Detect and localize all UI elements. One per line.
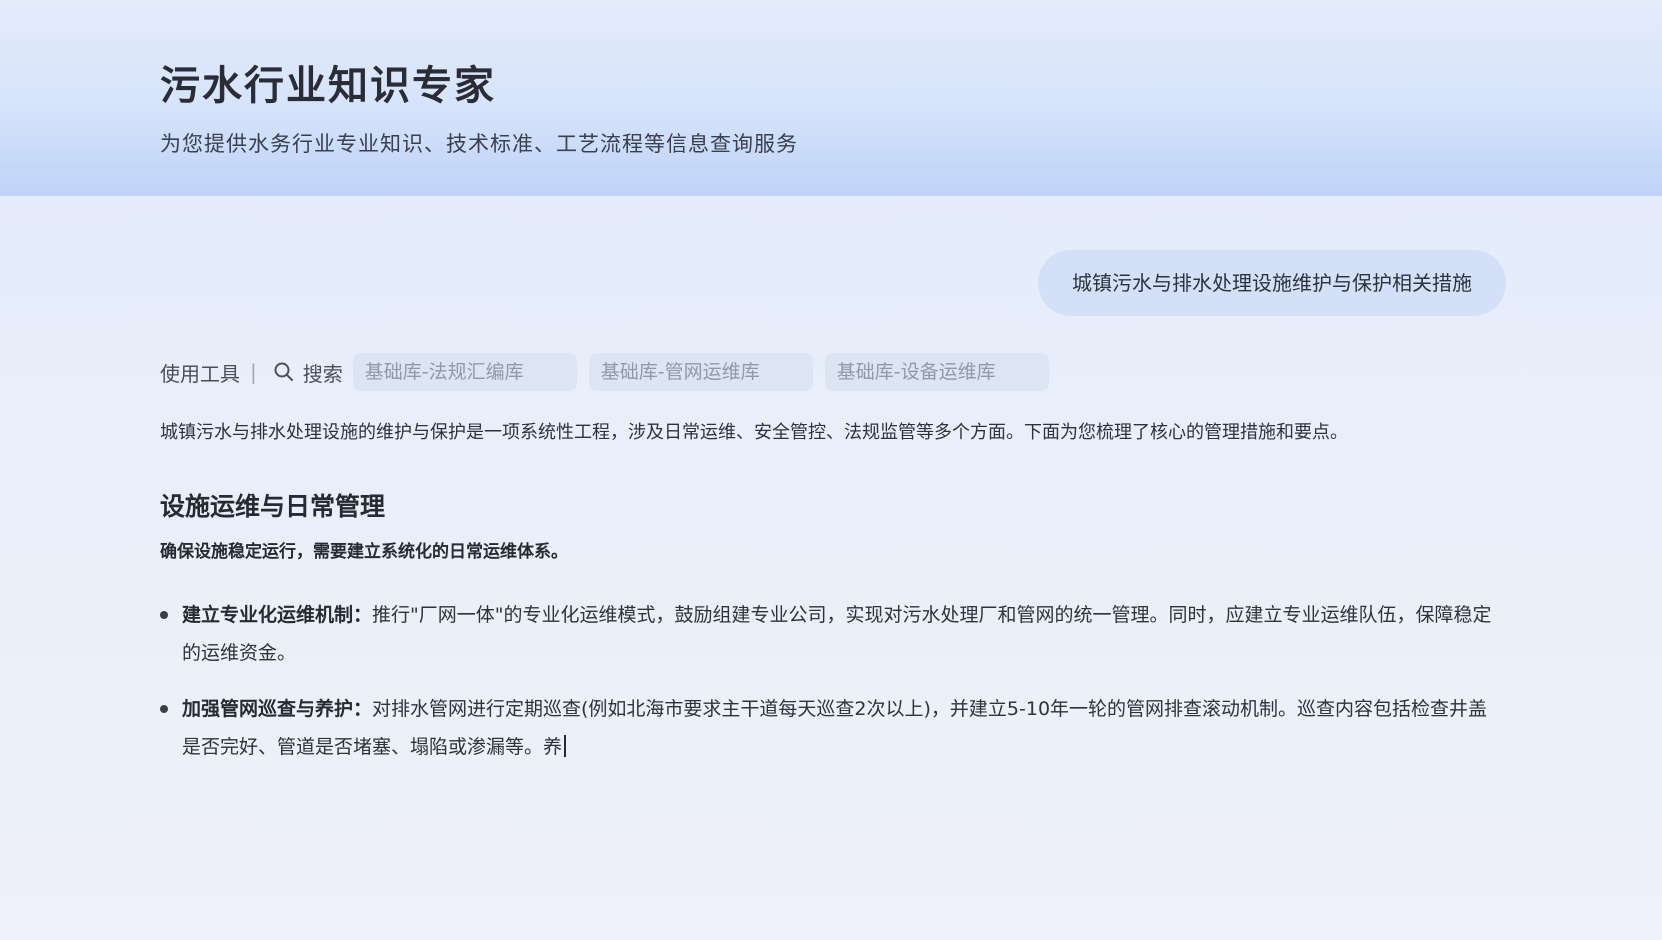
section-lead: 确保设施稳定运行，需要建立系统化的日常运维体系。 [160, 542, 568, 562]
bullet-text: 推行"厂网一体"的专业化运维模式，鼓励组建专业公司，实现对污水处理厂和管网的统一… [182, 604, 1492, 664]
bullet-dot [160, 611, 168, 619]
search-icon [273, 361, 295, 383]
app-title: 污水行业知识专家 [160, 63, 496, 109]
knowledge-base-chip-pipe-network[interactable]: 基础库-管网运维库 [588, 353, 813, 391]
search-tool-label: 搜索 [302, 361, 343, 386]
typing-cursor [564, 735, 567, 757]
section-title: 设施运维与日常管理 [160, 492, 386, 521]
tools-label: 使用工具 [160, 361, 240, 386]
tools-used-row: 使用工具 | 搜索 基础库-法规汇编库 基础库-管网运维库 基础库-设备运维库 [160, 352, 1061, 392]
app-subtitle: 为您提供水务行业专业知识、技术标准、工艺流程等信息查询服务 [160, 132, 798, 156]
list-item: 建立专业化运维机制：推行"厂网一体"的专业化运维模式，鼓励组建专业公司，实现对污… [160, 596, 1505, 672]
tools-divider: | [250, 360, 257, 384]
user-message-bubble: 城镇污水与排水处理设施维护与保护相关措施 [1038, 250, 1506, 316]
bullet-text: 对排水管网进行定期巡查(例如北海市要求主干道每天巡查2次以上)，并建立5-10年… [182, 698, 1488, 758]
page-header: 污水行业知识专家 为您提供水务行业专业知识、技术标准、工艺流程等信息查询服务 [0, 0, 1662, 196]
answer-intro: 城镇污水与排水处理设施的维护与保护是一项系统性工程，涉及日常运维、安全管控、法规… [160, 422, 1348, 443]
answer-bullet-list: 建立专业化运维机制：推行"厂网一体"的专业化运维模式，鼓励组建专业公司，实现对污… [160, 596, 1505, 784]
list-item: 加强管网巡查与养护：对排水管网进行定期巡查(例如北海市要求主干道每天巡查2次以上… [160, 690, 1505, 766]
knowledge-base-chip-equipment[interactable]: 基础库-设备运维库 [824, 353, 1049, 391]
bullet-dot [160, 705, 168, 713]
bullet-term: 加强管网巡查与养护： [182, 698, 373, 720]
bullet-term: 建立专业化运维机制： [182, 604, 373, 626]
knowledge-base-chip-regulations[interactable]: 基础库-法规汇编库 [352, 353, 577, 391]
